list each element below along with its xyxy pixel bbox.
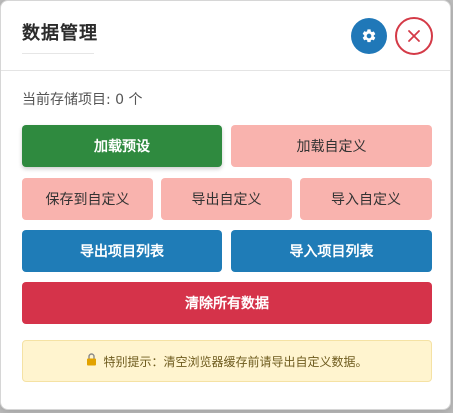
settings-button[interactable] [351,18,387,54]
export-custom-button[interactable]: 导出自定义 [161,178,292,220]
export-list-button[interactable]: 导出项目列表 [22,230,222,272]
save-custom-button[interactable]: 保存到自定义 [22,178,153,220]
close-button[interactable] [395,17,433,55]
modal-title: 数据管理 [22,23,98,44]
gear-icon [362,29,376,43]
storage-count-label: 当前存储项目: 0 个 [22,92,143,108]
notice-banner: 特别提示：清空浏览器缓存前请导出自定义数据。 [22,340,432,382]
import-list-button[interactable]: 导入项目列表 [231,230,432,272]
close-icon [408,30,420,42]
clear-all-button[interactable]: 清除所有数据 [22,282,432,324]
lock-icon [86,353,97,369]
title-divider [22,53,94,54]
import-custom-button[interactable]: 导入自定义 [300,178,432,220]
notice-text: 特别提示：清空浏览器缓存前请导出自定义数据。 [103,354,368,369]
modal-header: 数据管理 [1,1,450,71]
data-management-modal: 数据管理 当前存储项目: 0 个 加载预设 加载自定义 保存到自定义 导出自定义… [0,0,451,410]
load-custom-button[interactable]: 加载自定义 [231,125,432,167]
load-preset-button[interactable]: 加载预设 [22,125,222,167]
